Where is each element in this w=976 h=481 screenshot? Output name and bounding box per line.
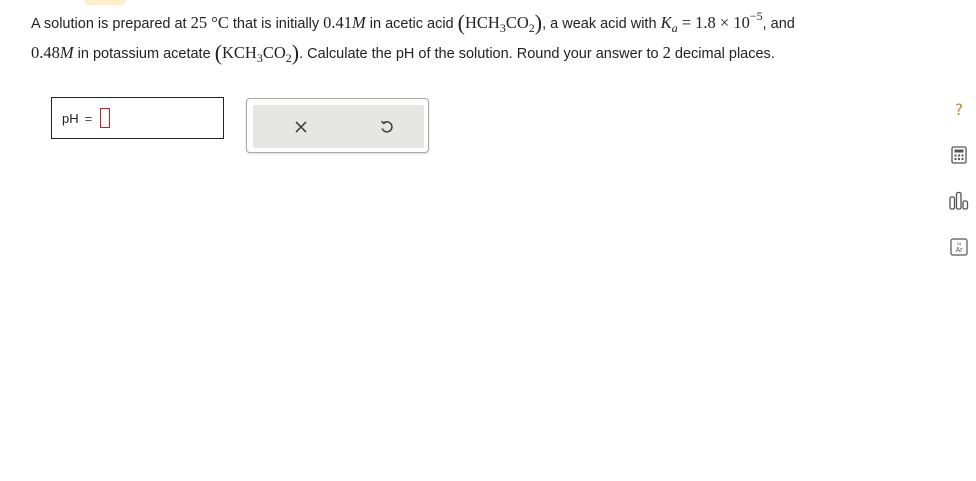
answer-tools-panel xyxy=(246,98,429,153)
answer-tools-inner xyxy=(253,105,424,148)
ka-value: = 1.8 × 10 xyxy=(677,13,750,32)
answer-box: pH = xyxy=(51,97,224,139)
decimal-places-value: 2 xyxy=(662,43,671,62)
problem-text: in potassium acetate xyxy=(73,46,215,62)
problem-text: that is initially xyxy=(228,16,324,32)
problem-text: in acetic acid xyxy=(365,16,458,32)
ph-answer-input[interactable] xyxy=(100,108,111,128)
temperature-unit: °C xyxy=(207,13,229,32)
problem-line-2: 0.48M in potassium acetate (KCH3CO2). Ca… xyxy=(31,38,911,68)
salt-formula: CO xyxy=(262,43,286,62)
help-button[interactable]: ? xyxy=(946,96,972,122)
problem-text: , a weak acid with xyxy=(542,16,661,32)
periodic-table-button[interactable]: 18 Ar xyxy=(946,234,972,260)
problem-text: decimal places. xyxy=(670,46,775,62)
undo-icon xyxy=(381,120,393,133)
periodic-symbol: Ar xyxy=(956,247,964,254)
help-icon: ? xyxy=(954,99,964,119)
acid-formula: HCH xyxy=(464,13,500,32)
acid-formula: CO xyxy=(505,13,529,32)
clear-button[interactable] xyxy=(271,105,331,148)
ph-label: pH xyxy=(62,110,79,126)
calculator-icon xyxy=(951,146,967,164)
ka-symbol: K xyxy=(660,13,672,32)
paren-close: ) xyxy=(534,10,543,35)
svg-text:18: 18 xyxy=(957,241,962,246)
bar-chart-icon xyxy=(949,191,969,210)
undo-button[interactable] xyxy=(357,105,417,148)
problem-text: A solution is prepared at xyxy=(31,16,191,32)
problem-text: . Calculate the pH of the solution. Roun… xyxy=(299,46,663,62)
problem-line-1: A solution is prepared at 25 °C that is … xyxy=(31,8,911,38)
paren-close: ) xyxy=(291,40,300,65)
molarity-unit: M xyxy=(59,43,74,62)
problem-statement: A solution is prepared at 25 °C that is … xyxy=(31,8,911,68)
acid-concentration: 0.41 xyxy=(323,13,353,32)
ka-exponent: −5 xyxy=(749,9,763,23)
periodic-table-icon: 18 Ar xyxy=(950,238,968,256)
top-tab-indicator xyxy=(84,0,126,5)
problem-text: , and xyxy=(762,16,795,32)
paren-open: ( xyxy=(457,10,465,35)
calculator-button[interactable] xyxy=(946,142,972,168)
salt-formula: KCH xyxy=(222,43,257,62)
paren-open: ( xyxy=(214,40,223,65)
molarity-unit: M xyxy=(352,13,366,32)
temperature-value: 25 xyxy=(190,13,208,32)
close-icon xyxy=(295,120,307,133)
data-chart-button[interactable] xyxy=(946,188,972,214)
equals-sign: = xyxy=(84,110,93,126)
salt-concentration: 0.48 xyxy=(31,43,60,62)
